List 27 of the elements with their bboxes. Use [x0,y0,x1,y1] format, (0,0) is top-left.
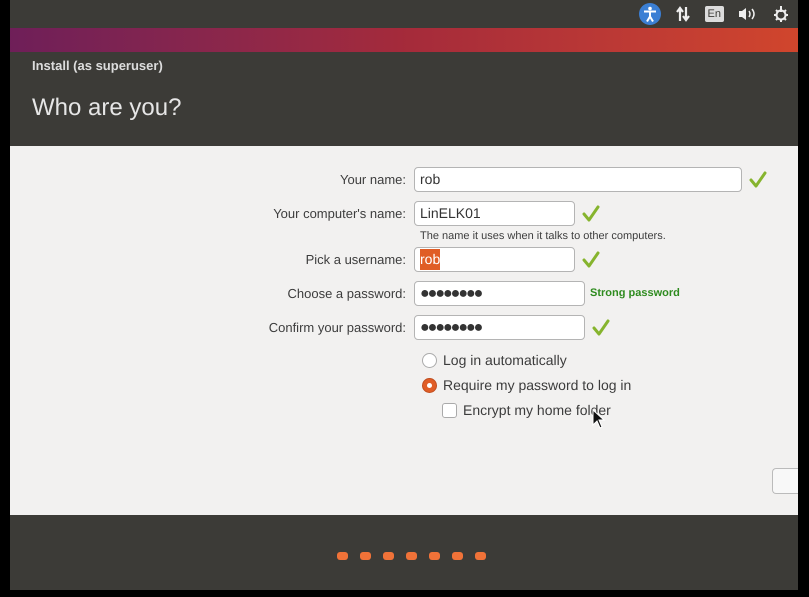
text-field[interactable]: rob [414,167,742,192]
checkmark-icon [592,318,610,336]
text-field[interactable]: LinELK01 [414,201,575,226]
gear-icon[interactable] [772,5,790,23]
password-strength: Strong password [590,286,680,302]
text-field[interactable]: ●●●●●●●● [414,315,585,340]
field-hint: The name it uses when it talks to other computers. [420,229,667,243]
field-label: Pick a username: [304,250,407,269]
keyboard-layout-indicator[interactable]: En [704,6,724,22]
checkmark-icon [749,170,767,188]
text-field[interactable]: rob [414,247,575,272]
field-label: Your name: [338,170,407,189]
option-label[interactable]: Require my password to log in [443,375,632,396]
checkbox[interactable] [442,403,457,418]
network-arrows-icon[interactable] [674,6,691,22]
field-label: Confirm your password: [268,318,407,337]
checkmark-icon [582,250,600,268]
window-title: Install (as superuser) [32,58,164,74]
field-label: Your computer's name: [272,204,407,223]
radio-button[interactable] [422,353,437,368]
accessibility-icon[interactable] [638,3,661,25]
radio-button[interactable] [422,378,437,393]
field-label: Choose a password: [286,284,407,303]
checkmark-icon [582,204,600,222]
option-label[interactable]: Log in automatically [443,350,567,371]
text-field[interactable]: ●●●●●●●● [414,281,585,306]
page-heading: Who are you? [32,93,182,123]
